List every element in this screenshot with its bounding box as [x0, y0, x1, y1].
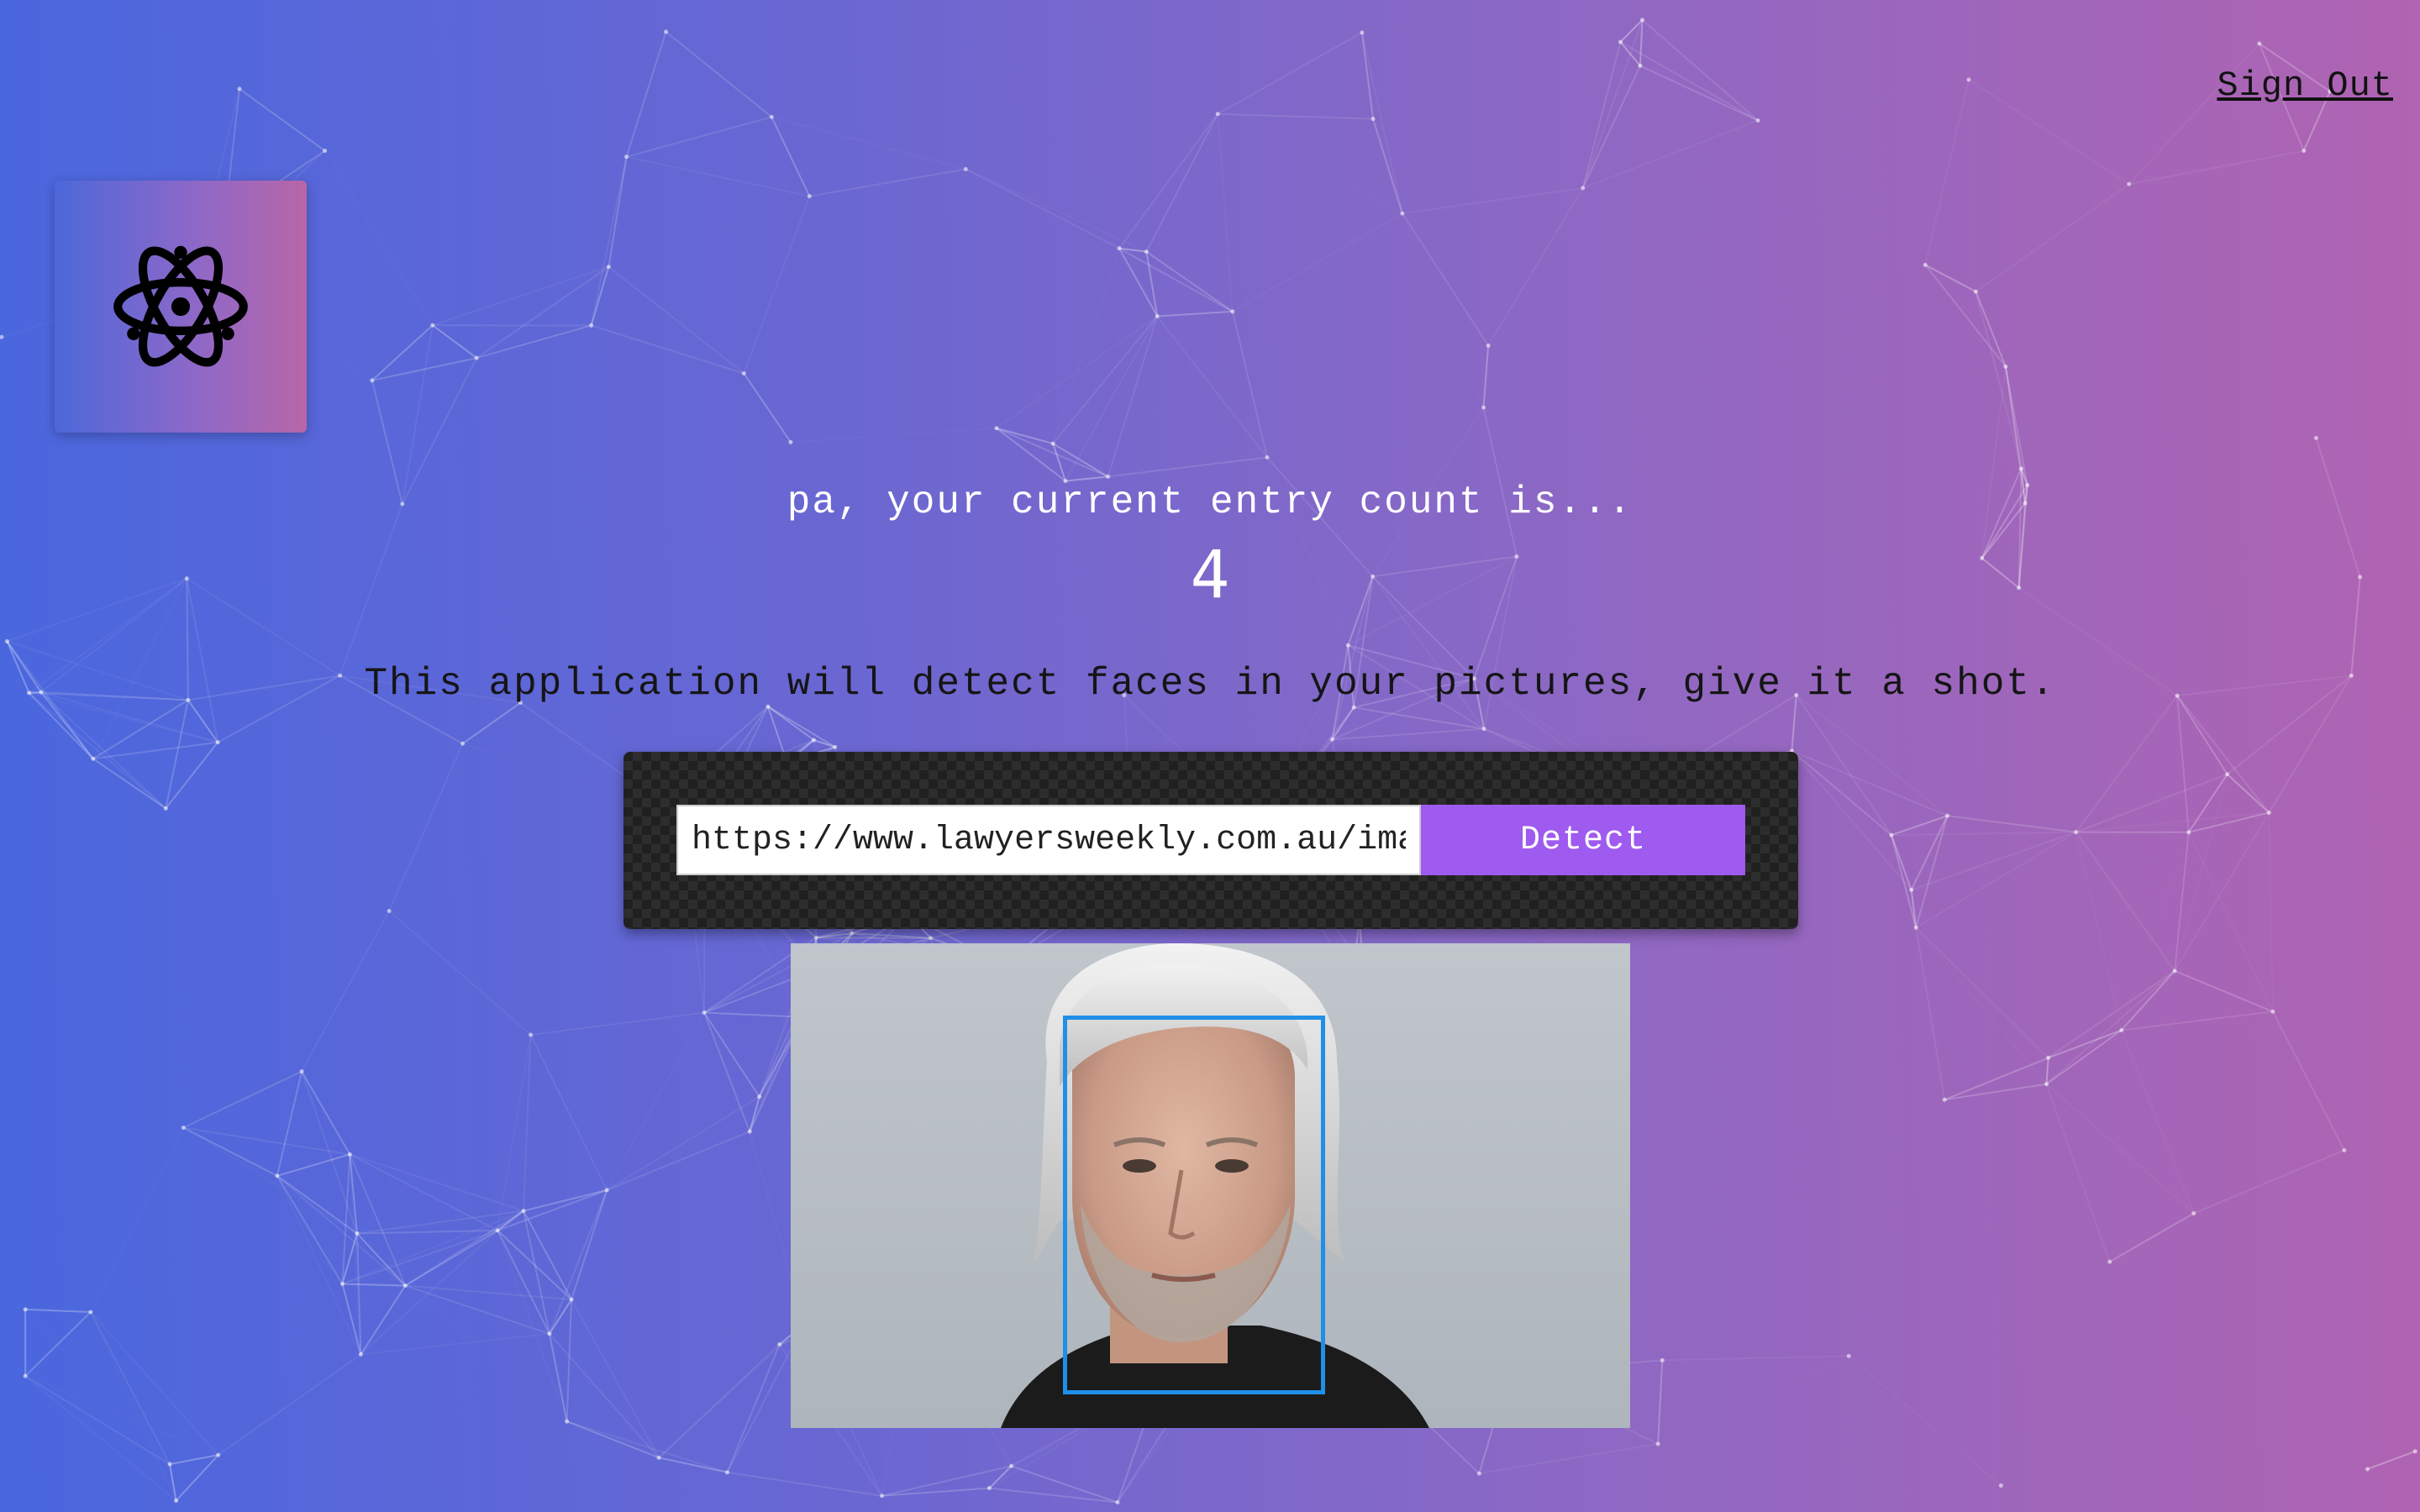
- sign-out-link[interactable]: Sign Out: [2217, 66, 2393, 106]
- logo-card[interactable]: [55, 181, 307, 433]
- atom-icon: [113, 245, 248, 367]
- entry-count-value: 4: [1190, 538, 1230, 613]
- detect-button[interactable]: Detect: [1421, 805, 1745, 875]
- app-description: This application will detect faces in yo…: [364, 662, 2056, 706]
- image-url-form: Detect: [623, 752, 1798, 929]
- image-url-input[interactable]: [676, 805, 1421, 875]
- face-bounding-box: [1063, 1016, 1325, 1394]
- entry-count-greeting: pa, your current entry count is...: [786, 480, 1634, 524]
